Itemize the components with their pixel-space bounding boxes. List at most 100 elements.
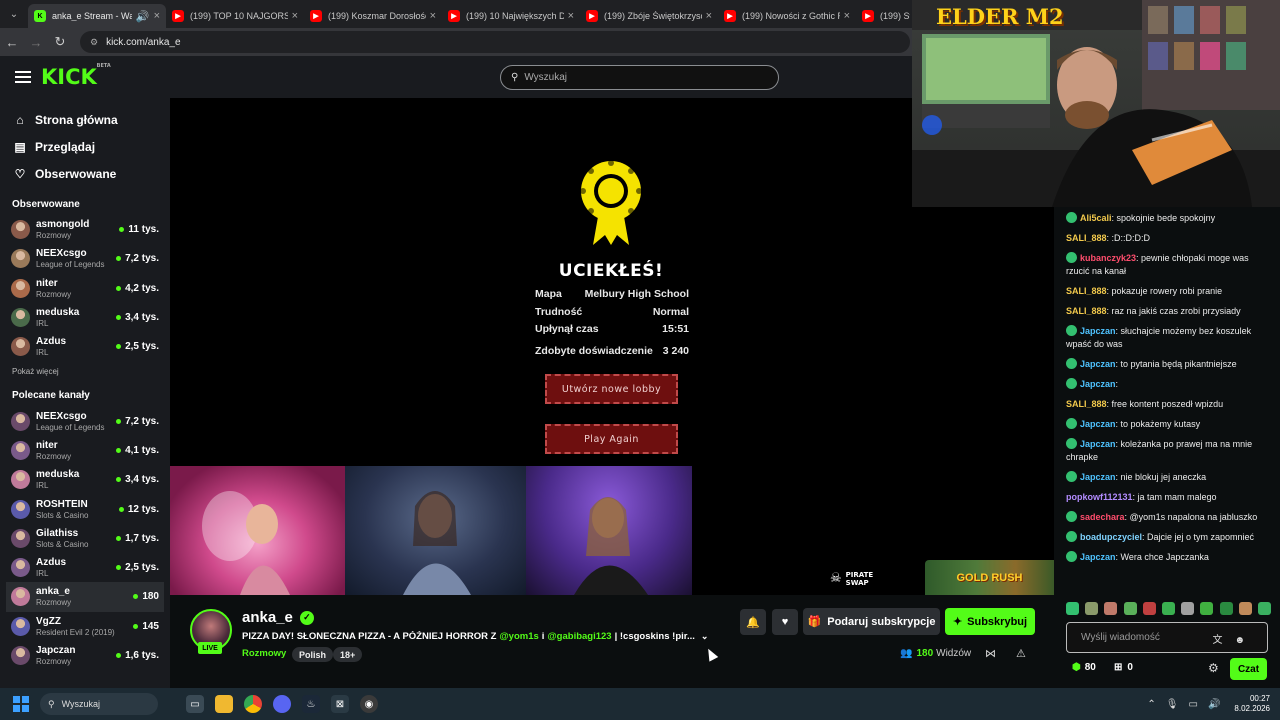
sidebar-channel[interactable]: asmongold Rozmowy 11 tys. bbox=[0, 215, 170, 244]
search-input[interactable]: ⚲ Wyszukaj bbox=[500, 65, 779, 90]
site-info-icon[interactable]: ⚙ bbox=[90, 37, 98, 48]
chat-username[interactable]: kubanczyk23 bbox=[1080, 253, 1136, 263]
sidebar-channel[interactable]: VgZZ Resident Evil 2 (2019) 145 bbox=[0, 612, 170, 641]
sidebar-channel[interactable]: NEEXcsgo League of Legends 7,2 tys. bbox=[0, 406, 170, 435]
emoji-icon[interactable]: ☻ bbox=[1234, 635, 1257, 646]
show-more-link[interactable]: Pokaż więcej bbox=[0, 367, 170, 376]
chat-username[interactable]: Japczan bbox=[1080, 379, 1116, 389]
channel-points[interactable]: ⬢ 80 bbox=[1072, 662, 1096, 673]
nav-browse[interactable]: ▤ Przeglądaj bbox=[0, 134, 170, 160]
windows-start-icon[interactable] bbox=[13, 696, 29, 712]
sidebar-channel[interactable]: Gilathiss Slots & Casino 1,7 tys. bbox=[0, 524, 170, 553]
chat-input[interactable]: Wyślij wiadomość 文☻ bbox=[1066, 622, 1268, 653]
emote-icon[interactable] bbox=[1161, 602, 1175, 615]
app-icon[interactable]: ⊠ bbox=[331, 695, 349, 713]
chat-username[interactable]: Ali5cali bbox=[1080, 213, 1112, 223]
browser-tab[interactable]: ▶ (199) Sto bbox=[856, 4, 916, 28]
browser-tab[interactable]: ▶ (199) Zbóje Świętokrzysc × bbox=[580, 4, 718, 28]
emote-icon[interactable] bbox=[1219, 602, 1233, 615]
chat-username[interactable]: Japczan bbox=[1080, 419, 1116, 429]
nav-home[interactable]: ⌂ Strona główna bbox=[0, 107, 170, 133]
sidebar-channel[interactable]: niter Rozmowy 4,2 tys. bbox=[0, 274, 170, 303]
emote-icon[interactable] bbox=[1123, 602, 1137, 615]
translate-icon[interactable]: 文 bbox=[1212, 635, 1234, 646]
chat-username[interactable]: popkowf112131 bbox=[1066, 492, 1133, 502]
report-icon[interactable]: ⚠ bbox=[1016, 647, 1026, 660]
chat-username[interactable]: Japczan bbox=[1080, 326, 1116, 336]
tag-age[interactable]: 18+ bbox=[333, 647, 363, 662]
tag-language[interactable]: Polish bbox=[292, 647, 334, 662]
file-explorer-icon[interactable] bbox=[215, 695, 233, 713]
close-tab-icon[interactable]: × bbox=[154, 10, 160, 22]
new-lobby-button[interactable]: Utwórz nowe lobby bbox=[545, 374, 678, 404]
stream-category-link[interactable]: Rozmowy bbox=[242, 648, 286, 659]
close-tab-icon[interactable]: × bbox=[568, 10, 574, 22]
chat-settings-gear-icon[interactable]: ⚙ bbox=[1208, 661, 1219, 675]
chat-send-button[interactable]: Czat bbox=[1230, 658, 1267, 680]
back-icon[interactable]: ← bbox=[0, 35, 24, 50]
mute-tab-icon[interactable]: 🔊 bbox=[136, 10, 150, 23]
sidebar-channel[interactable]: niter Rozmowy 4,1 tys. bbox=[0, 436, 170, 465]
chevron-up-icon[interactable]: ⌃ bbox=[1147, 699, 1155, 710]
close-tab-icon[interactable]: × bbox=[292, 10, 298, 22]
chat-username[interactable]: Japczan bbox=[1080, 439, 1116, 449]
chat-username[interactable]: Japczan bbox=[1080, 552, 1116, 562]
network-icon[interactable]: ▭ bbox=[1189, 699, 1198, 710]
tab-search-icon[interactable]: ⌄ bbox=[0, 0, 28, 28]
emote-icon[interactable] bbox=[1142, 602, 1156, 615]
chat-username[interactable]: sadechara bbox=[1080, 512, 1125, 522]
browser-tab[interactable]: ▶ (199) Koszmar Dorosłości × bbox=[304, 4, 442, 28]
chrome-icon[interactable] bbox=[244, 695, 262, 713]
chat-username[interactable]: Japczan bbox=[1080, 472, 1116, 482]
forward-icon[interactable]: → bbox=[24, 35, 48, 50]
volume-icon[interactable]: 🔊 bbox=[1208, 699, 1220, 710]
mention-link[interactable]: @gabibagi123 bbox=[547, 631, 611, 642]
discord-icon[interactable] bbox=[273, 695, 291, 713]
chat-username[interactable]: boadupczyciel bbox=[1080, 532, 1142, 542]
task-view-icon[interactable]: ▭ bbox=[186, 695, 204, 713]
gift-count[interactable]: ⊞ 0 bbox=[1114, 662, 1133, 673]
browser-tab[interactable]: ▶ (199) TOP 10 NAJGORSZY × bbox=[166, 4, 304, 28]
steam-icon[interactable]: ♨ bbox=[302, 695, 320, 713]
sidebar-channel[interactable]: meduska IRL 3,4 tys. bbox=[0, 303, 170, 332]
nav-heart[interactable]: ♡ Obserwowane bbox=[0, 161, 170, 187]
browser-tab[interactable]: ▶ (199) Nowości z Gothic R × bbox=[718, 4, 856, 28]
share-icon[interactable]: ⋈ bbox=[985, 647, 996, 660]
follow-heart-icon[interactable]: ♥ bbox=[772, 609, 798, 635]
sidebar-channel[interactable]: NEEXcsgo League of Legends 7,2 tys. bbox=[0, 244, 170, 273]
close-tab-icon[interactable]: × bbox=[706, 10, 712, 22]
reload-icon[interactable]: ↻ bbox=[48, 34, 72, 50]
sidebar-channel[interactable]: Azdus IRL 2,5 tys. bbox=[0, 332, 170, 361]
emote-icon[interactable] bbox=[1181, 602, 1195, 615]
chat-username[interactable]: SALI_888 bbox=[1066, 233, 1107, 243]
sidebar-channel[interactable]: Azdus IRL 2,5 tys. bbox=[0, 553, 170, 582]
sidebar-channel[interactable]: meduska IRL 3,4 tys. bbox=[0, 465, 170, 494]
kick-logo[interactable]: KICK BETA bbox=[41, 63, 111, 89]
sidebar-channel[interactable]: anka_e Rozmowy 180 bbox=[6, 582, 164, 612]
browser-tab[interactable]: ▶ (199) 10 Największych Dz × bbox=[442, 4, 580, 28]
channel-name[interactable]: anka_e ✓ bbox=[242, 609, 314, 626]
url-field[interactable]: ⚙ kick.com/anka_e bbox=[80, 31, 910, 53]
close-tab-icon[interactable]: × bbox=[844, 10, 850, 22]
bell-icon[interactable]: 🔔 bbox=[740, 609, 766, 635]
chevron-down-icon[interactable]: ⌄ bbox=[701, 631, 709, 642]
chat-username[interactable]: SALI_888 bbox=[1066, 399, 1107, 409]
gold-rush-banner[interactable]: GOLD RUSH bbox=[925, 560, 1054, 595]
chat-username[interactable]: SALI_888 bbox=[1066, 306, 1107, 316]
emote-icon[interactable] bbox=[1200, 602, 1214, 615]
chat-username[interactable]: Japczan bbox=[1080, 359, 1116, 369]
sidebar-channel[interactable]: Japczan Rozmowy 1,6 tys. bbox=[0, 641, 170, 670]
emote-icon[interactable] bbox=[1066, 602, 1079, 615]
sidebar-channel[interactable]: ROSHTEIN Slots & Casino 12 tys. bbox=[0, 494, 170, 523]
emote-icon[interactable] bbox=[1257, 602, 1271, 615]
microphone-icon[interactable]: 🎙 bbox=[1166, 699, 1179, 710]
emote-icon[interactable] bbox=[1085, 602, 1099, 615]
obs-icon[interactable]: ◉ bbox=[360, 695, 378, 713]
mention-link[interactable]: @yom1s bbox=[499, 631, 538, 642]
chat-username[interactable]: SALI_888 bbox=[1066, 286, 1107, 296]
clock[interactable]: 00:27 8.02.2026 bbox=[1234, 694, 1270, 714]
emote-icon[interactable] bbox=[1238, 602, 1252, 615]
play-again-button[interactable]: Play Again bbox=[545, 424, 678, 454]
gift-subs-button[interactable]: 🎁 Podaruj subskrypcje bbox=[803, 608, 940, 635]
menu-icon[interactable] bbox=[15, 71, 31, 83]
